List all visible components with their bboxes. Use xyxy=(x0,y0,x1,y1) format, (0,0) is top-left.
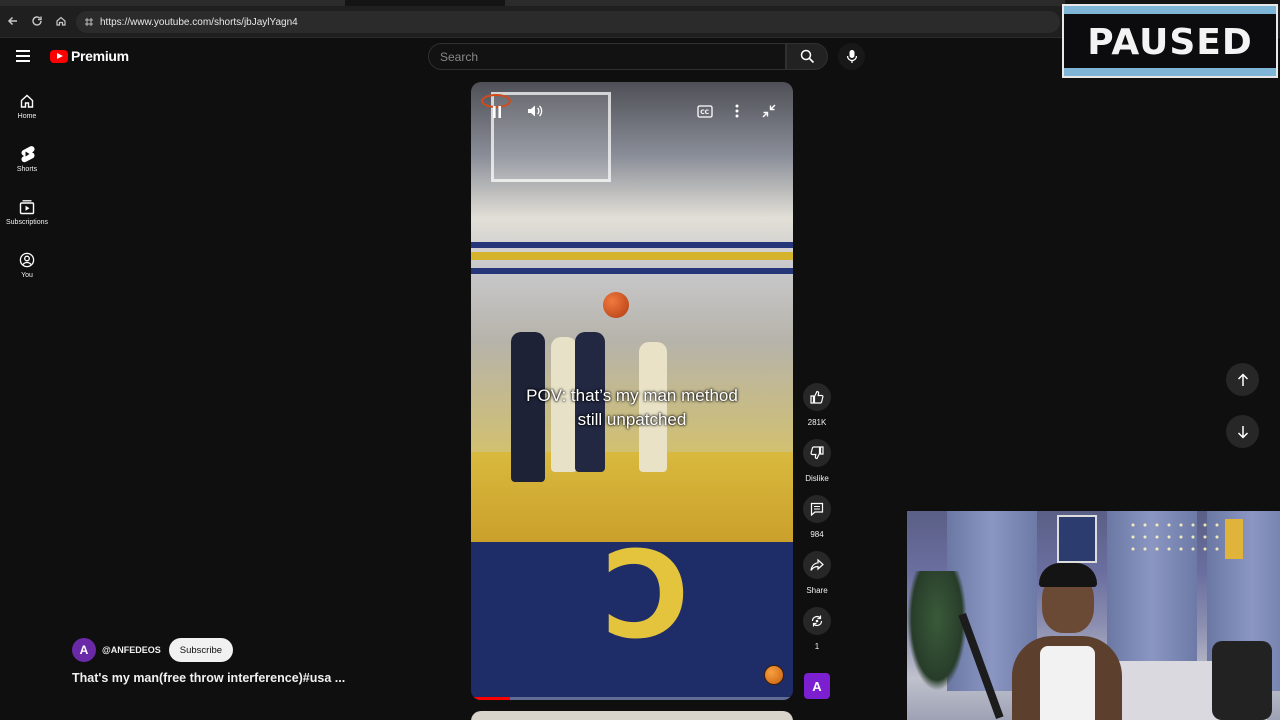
comments-action[interactable]: 984 xyxy=(803,495,831,539)
subscriptions-icon xyxy=(18,198,36,216)
youtube-play-icon xyxy=(50,49,68,63)
wall-poster xyxy=(1057,515,1097,563)
search-box[interactable] xyxy=(428,43,786,70)
share-button[interactable] xyxy=(803,551,831,579)
arrow-up-icon xyxy=(1237,372,1248,386)
home-icon xyxy=(18,92,36,110)
sidebar-item-subscriptions[interactable]: Subscriptions xyxy=(0,198,54,242)
fullscreen-button[interactable] xyxy=(760,102,778,120)
streamer-shirt xyxy=(1040,646,1095,720)
shorts-icon xyxy=(18,145,36,163)
channel-info: A @ANFEDEOS Subscribe xyxy=(72,638,234,662)
subscribe-button[interactable]: Subscribe xyxy=(168,638,234,662)
captions-button[interactable]: CC xyxy=(696,102,714,120)
logo-text: Premium xyxy=(71,48,129,64)
paused-label: PAUSED xyxy=(1087,22,1253,63)
comment-count: 984 xyxy=(810,530,824,539)
share-action[interactable]: Share xyxy=(803,551,831,595)
caption-line: POV: that’s my man method xyxy=(526,386,738,405)
guide-menu-button[interactable] xyxy=(16,47,36,67)
dislike-label: Dislike xyxy=(805,474,829,483)
remix-action[interactable]: 1 xyxy=(803,607,831,651)
basketball-emoji-icon xyxy=(764,665,784,685)
paused-overlay: PAUSED xyxy=(1062,4,1278,78)
voice-search-button[interactable] xyxy=(838,43,865,70)
you-icon xyxy=(18,251,36,269)
wall-banner xyxy=(1225,519,1243,559)
share-label: Share xyxy=(806,586,828,595)
streamer-webcam xyxy=(907,511,1280,720)
search-icon xyxy=(800,49,814,64)
volume-icon xyxy=(528,105,543,117)
shorts-video-player[interactable]: C POV: that’s my man method still unpatc… xyxy=(471,82,793,700)
backboard xyxy=(491,92,611,182)
site-info-icon[interactable] xyxy=(84,17,94,27)
plant xyxy=(907,571,967,691)
remix-icon xyxy=(811,615,823,627)
thumbs-down-icon xyxy=(810,446,824,460)
dislike-button[interactable] xyxy=(803,439,831,467)
sidebar-item-label: Shorts xyxy=(16,166,38,173)
overlay-strip xyxy=(1064,68,1276,76)
comment-icon xyxy=(810,502,824,516)
progress-fill xyxy=(471,697,510,700)
gym-wall-stripe xyxy=(471,242,793,248)
back-arrow-icon xyxy=(7,16,17,26)
browser-tab[interactable] xyxy=(0,0,345,6)
next-short-button[interactable] xyxy=(1226,415,1259,448)
search-input[interactable] xyxy=(440,49,785,64)
back-button[interactable] xyxy=(4,12,22,30)
pause-button[interactable] xyxy=(488,103,506,121)
sidebar-item-label: Subscriptions xyxy=(5,219,49,226)
collapse-icon xyxy=(762,104,776,118)
share-icon xyxy=(810,558,824,571)
more-vertical-icon xyxy=(735,104,739,118)
pause-icon xyxy=(493,106,501,118)
caption-line: still unpatched xyxy=(577,410,687,429)
court-logo-letter: C xyxy=(601,527,690,666)
thumbs-up-icon xyxy=(810,390,824,404)
remix-count: 1 xyxy=(814,642,820,651)
browser-tab[interactable] xyxy=(505,0,1065,6)
search-button[interactable] xyxy=(786,43,828,70)
gym-wall-stripe xyxy=(471,252,793,260)
sidebar-item-label: You xyxy=(21,272,33,279)
arrow-down-icon xyxy=(1237,425,1248,439)
url-text: https://www.youtube.com/shorts/jbJaylYag… xyxy=(100,16,298,28)
captions-icon: CC xyxy=(697,104,713,118)
sidebar-item-home[interactable]: Home xyxy=(0,92,54,136)
gym-wall-stripe xyxy=(471,268,793,274)
reload-button[interactable] xyxy=(28,12,46,30)
reload-icon xyxy=(32,16,42,26)
channel-thumbnail[interactable]: A xyxy=(804,673,830,699)
comments-button[interactable] xyxy=(803,495,831,523)
sidebar-item-you[interactable]: You xyxy=(0,251,54,295)
address-bar[interactable]: https://www.youtube.com/shorts/jbJaylYag… xyxy=(76,11,1060,33)
video-caption: POV: that’s my man method still unpatche… xyxy=(471,384,793,432)
basketball xyxy=(603,292,629,318)
svg-text:CC: CC xyxy=(700,109,709,116)
previous-short-button[interactable] xyxy=(1226,363,1259,396)
chair xyxy=(1212,641,1272,720)
sidebar-item-label: Home xyxy=(17,113,37,120)
youtube-premium-logo[interactable]: Premium xyxy=(50,48,129,64)
video-progress-bar[interactable] xyxy=(471,697,793,700)
sidebar-item-shorts[interactable]: Shorts xyxy=(0,145,54,189)
streamer-cap xyxy=(1039,563,1097,587)
next-short-preview[interactable] xyxy=(471,711,793,720)
dislike-action[interactable]: Dislike xyxy=(803,439,831,483)
home-button[interactable] xyxy=(52,12,70,30)
microphone-icon xyxy=(846,50,857,63)
channel-handle[interactable]: @ANFEDEOS xyxy=(102,645,161,655)
remix-button[interactable] xyxy=(803,607,831,635)
like-action[interactable]: 281K xyxy=(803,383,831,427)
like-count: 281K xyxy=(807,418,827,427)
volume-button[interactable] xyxy=(526,102,544,120)
video-title[interactable]: That's my man(free throw interference)#u… xyxy=(72,671,345,685)
more-options-button[interactable] xyxy=(728,102,746,120)
like-button[interactable] xyxy=(803,383,831,411)
browser-home-icon xyxy=(56,16,66,26)
avatar[interactable]: A xyxy=(72,638,96,662)
overlay-strip xyxy=(1064,6,1276,14)
